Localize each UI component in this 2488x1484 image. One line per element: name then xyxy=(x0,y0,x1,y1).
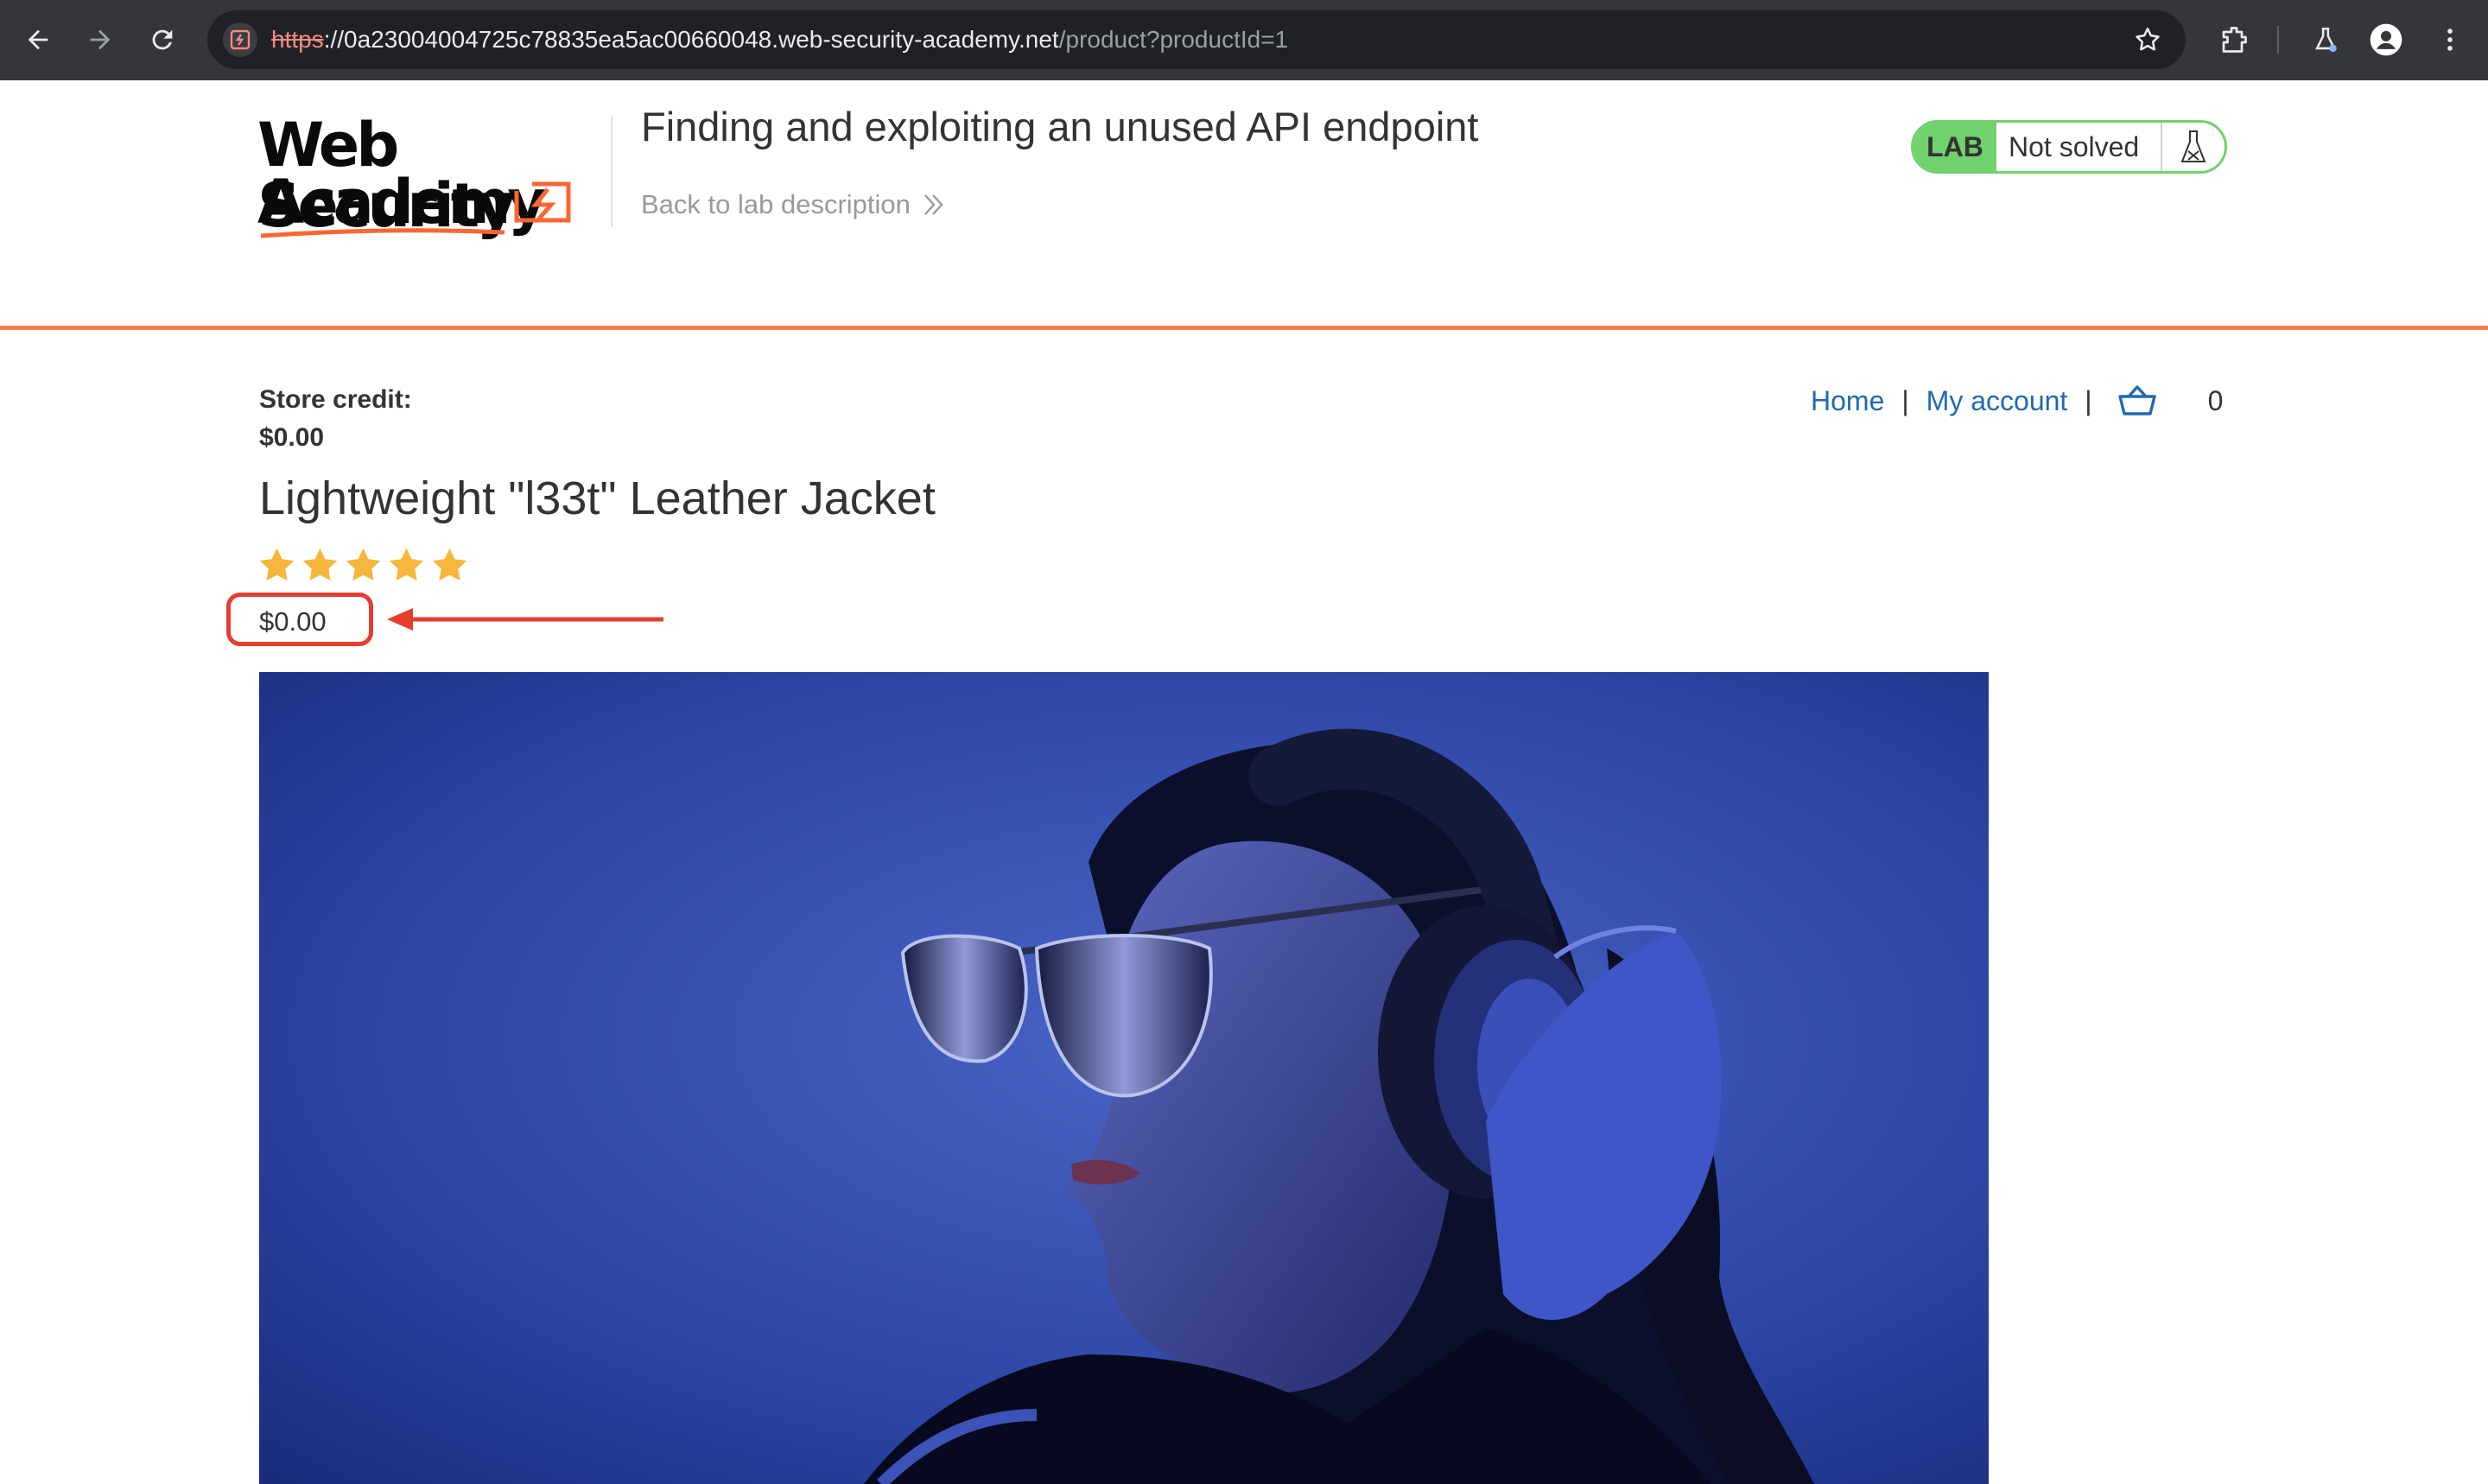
back-link-label: Back to lab description xyxy=(641,189,911,219)
logo-mark-icon xyxy=(260,181,571,238)
cart-basket-icon[interactable] xyxy=(2117,384,2158,418)
bookmark-star-icon[interactable] xyxy=(2127,19,2168,60)
more-menu-icon[interactable] xyxy=(2429,19,2471,60)
url-path: /product?productId=1 xyxy=(1058,26,1289,53)
web-security-academy-logo[interactable]: Web Security Academy xyxy=(257,115,612,244)
labs-flask-icon[interactable] xyxy=(2305,19,2346,60)
lab-title: Finding and exploiting an unused API end… xyxy=(641,104,1479,149)
back-arrow-icon[interactable] xyxy=(17,19,59,60)
header-divider xyxy=(611,117,612,227)
lab-header: Web Security Academy Finding and exploit… xyxy=(0,80,2488,331)
header-accent-rule xyxy=(0,326,2488,330)
toolbar-divider xyxy=(2277,26,2279,54)
store-credit-value: $0.00 xyxy=(259,423,325,452)
cart-count: 0 xyxy=(2207,384,2224,416)
double-chevron-right-icon xyxy=(923,193,945,217)
product-price: $0.00 xyxy=(259,606,327,637)
rating-star-icon xyxy=(389,548,424,581)
lab-status-widget: LAB Not solved xyxy=(1911,120,2227,174)
store-nav: Home | My account | 0 xyxy=(1811,384,2223,418)
url-host: ://0a23004004725c78835ea5ac00660048.web-… xyxy=(323,26,1059,53)
url-text[interactable]: https://0a23004004725c78835ea5ac00660048… xyxy=(271,10,1288,69)
product-title: Lightweight "l33t" Leather Jacket xyxy=(259,472,936,524)
rating-star-icon xyxy=(432,548,467,581)
address-bar[interactable]: https://0a23004004725c78835ea5ac00660048… xyxy=(207,10,2186,69)
browser-toolbar: https://0a23004004725c78835ea5ac00660048… xyxy=(0,0,2488,80)
rating-star-icon xyxy=(302,548,338,581)
annotation-arrow-icon xyxy=(387,608,663,631)
store-credit-label: Store credit: xyxy=(259,385,412,414)
rating-star-icon xyxy=(259,548,295,581)
nav-separator: | xyxy=(2085,384,2092,416)
nav-my-account-link[interactable]: My account xyxy=(1926,385,2068,417)
lab-status-text: Not solved xyxy=(2009,130,2140,162)
product-rating xyxy=(257,546,469,585)
url-scheme: https xyxy=(271,26,324,53)
product-photo xyxy=(259,672,1989,1484)
rating-star-icon xyxy=(346,548,381,581)
nav-home-link[interactable]: Home xyxy=(1811,385,1884,417)
nav-separator: | xyxy=(1901,384,1909,416)
extensions-icon[interactable] xyxy=(2213,19,2255,60)
flask-icon xyxy=(2161,123,2225,171)
forward-arrow-icon[interactable] xyxy=(79,19,121,60)
profile-icon[interactable] xyxy=(2365,19,2407,60)
reload-icon[interactable] xyxy=(142,19,183,60)
lab-badge: LAB xyxy=(1914,123,1996,171)
site-info-icon[interactable] xyxy=(223,22,257,57)
product-image xyxy=(259,672,1989,1484)
back-to-lab-link[interactable]: Back to lab description xyxy=(641,189,945,220)
